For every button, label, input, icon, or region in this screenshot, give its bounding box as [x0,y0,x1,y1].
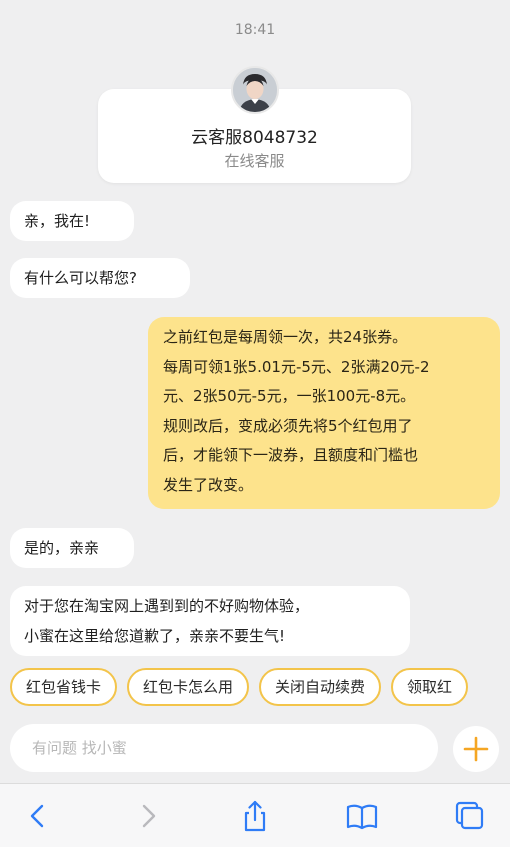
quick-reply-chip[interactable]: 关闭自动续费 [259,668,382,706]
share-icon [244,800,266,832]
message-line: 每周可领1张5.01元-5元、2张满20元-2 [163,357,430,376]
message-line: 对于您在淘宝网上遇到到的不好购物体验， [24,597,310,615]
agent-role: 在线客服 [224,152,285,170]
message-line: 之前红包是每周领一次，共24张券。 [163,328,408,346]
user-message-bubble[interactable]: 之前红包是每周领一次，共24张券。 每周可领1张5.01元-5元、2张满20元-… [148,317,500,509]
message-line: 发生了改变。 [163,475,254,494]
agent-message-bubble[interactable]: 亲，我在! [10,201,134,241]
agent-avatar[interactable] [231,66,279,114]
quick-reply-bar: 红包省钱卡 红包卡怎么用 关闭自动续费 领取红 [10,668,510,708]
message-line: 小蜜在这里给您道歉了，亲亲不要生气! [24,627,286,645]
message-timestamp: 18:41 [234,22,276,38]
message-input[interactable] [10,724,438,772]
quick-reply-chip[interactable]: 领取红 [391,668,469,706]
agent-message-bubble[interactable]: 是的，亲亲 [10,528,134,568]
chevron-right-icon [142,804,156,828]
person-icon [233,68,277,112]
chat-screen: 18:41 云客服8048732 在线客服 亲，我在! 有什么可以帮您? 之前红… [0,0,510,847]
message-line: 元、2张50元-5元，一张100元-8元。 [163,387,416,405]
tabs-button[interactable] [451,798,487,834]
chevron-left-icon [30,804,44,828]
agent-message-bubble[interactable]: 有什么可以帮您? [10,258,190,298]
browser-toolbar [0,783,510,847]
back-button[interactable] [20,798,56,834]
tabs-icon [455,801,484,830]
agent-name: 云客服8048732 [191,128,318,148]
plus-icon [463,736,489,762]
quick-reply-chip[interactable]: 红包省钱卡 [10,668,118,706]
message-line: 规则改后，变成必须先将5个红包用了 [163,416,413,435]
message-line: 后，才能领下一波券，且额度和门槛也 [163,446,419,464]
bookmarks-button[interactable] [344,798,380,834]
more-options-button[interactable] [453,726,499,772]
share-button[interactable] [237,798,273,834]
book-icon [346,804,378,830]
quick-reply-chip[interactable]: 红包卡怎么用 [127,668,250,706]
agent-message-bubble[interactable]: 对于您在淘宝网上遇到到的不好购物体验， 小蜜在这里给您道歉了，亲亲不要生气! [10,586,410,656]
forward-button[interactable] [130,798,166,834]
